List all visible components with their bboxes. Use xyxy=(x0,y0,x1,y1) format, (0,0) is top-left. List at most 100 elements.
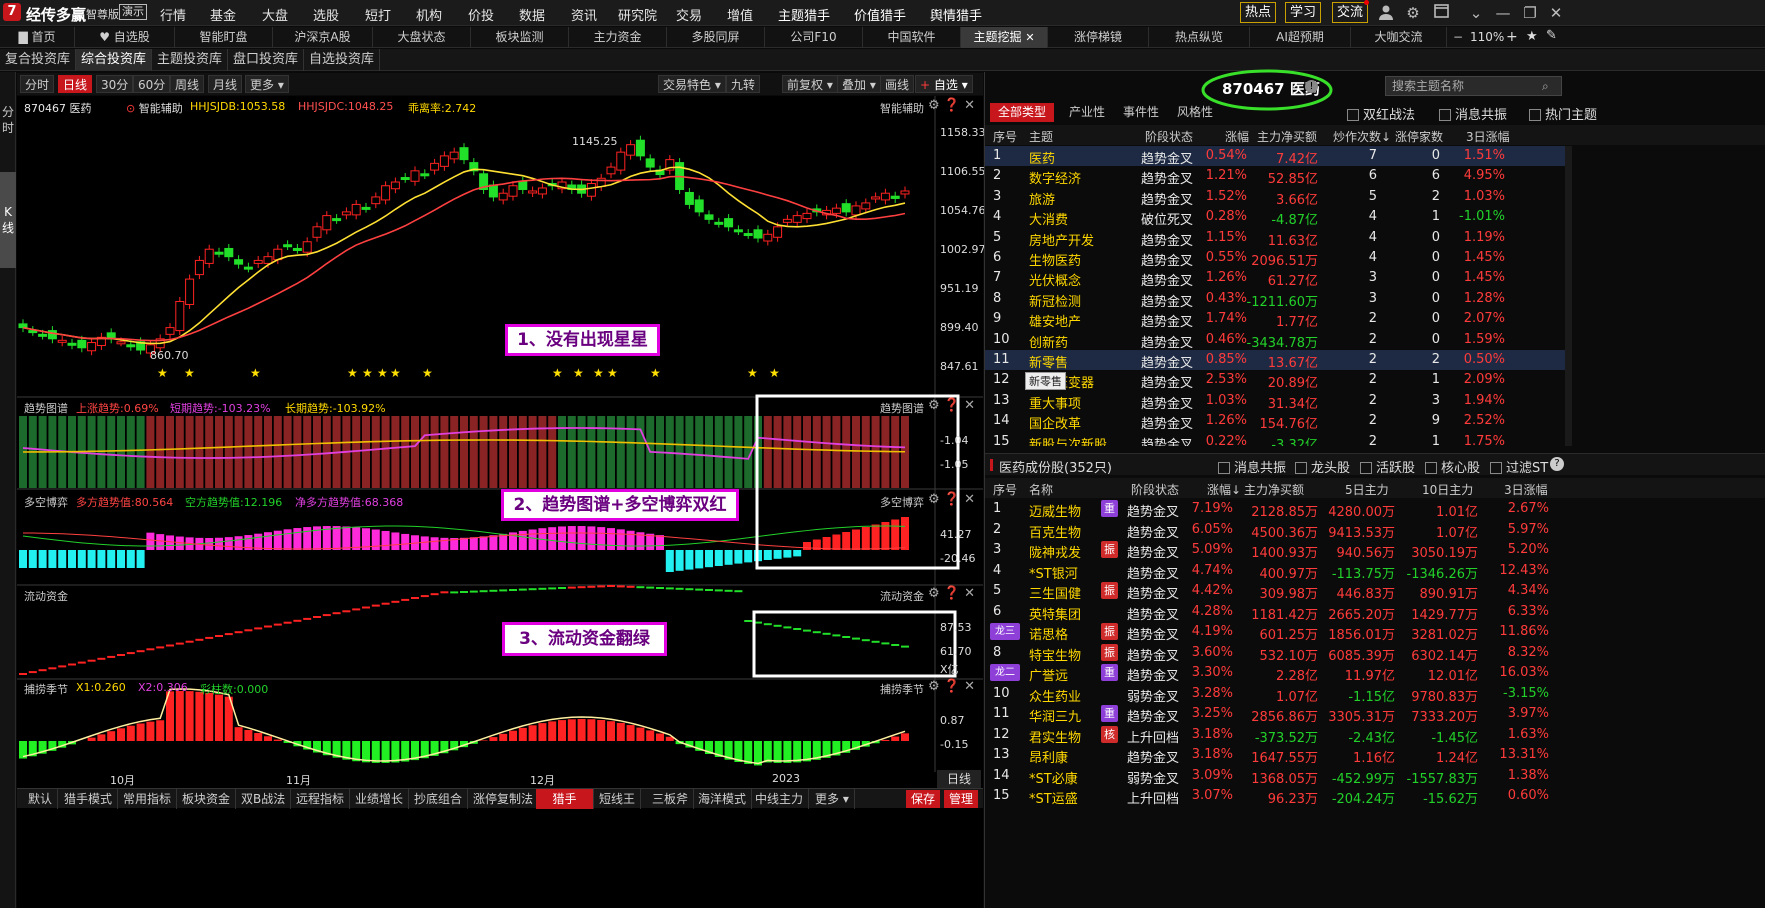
component-row[interactable]: 2 百克生物 趋势金叉 6.05% 4500.36万 9413.53万 1.07亿 5.97% xyxy=(985,520,1765,541)
theme-row[interactable]: 8 新冠检测 趋势金叉 0.43% -1211.60万 3 0 1.28% xyxy=(985,289,1565,310)
filter-event[interactable]: 事件性 xyxy=(1115,103,1167,122)
gear-icon[interactable]: ⚙ ❓ ✕ xyxy=(928,679,975,694)
gear-icon[interactable]: ⚙ xyxy=(1404,4,1422,22)
pin-icon[interactable]: ✎ xyxy=(1546,28,1557,43)
comp-check-core[interactable]: 核心股 xyxy=(1425,457,1480,476)
zoom-in-button[interactable]: + xyxy=(1506,29,1518,45)
period-more[interactable]: 更多 ▾ xyxy=(245,75,289,93)
chevron-down-icon[interactable]: ⌄ xyxy=(1467,4,1485,22)
component-row[interactable]: 5 三生国健 振趋势金叉 4.42% 309.98万 446.83万 890.91万 4.34… xyxy=(985,581,1765,602)
subtab-theme[interactable]: 主题投资库 xyxy=(152,49,229,71)
nine-turn-button[interactable]: 九转 xyxy=(726,75,761,93)
comp-check-active[interactable]: 活跃股 xyxy=(1360,457,1415,476)
template-ocean[interactable]: 海洋模式 xyxy=(693,789,753,809)
template-limit-copy[interactable]: 涨停复制法 xyxy=(468,789,540,809)
theme-row[interactable]: 3 旅游 趋势金叉 1.52% 3.66亿 5 2 1.03% xyxy=(985,187,1565,208)
comp-check-filter-st[interactable]: 过滤ST xyxy=(1490,457,1548,476)
menu-trade[interactable]: 交易 xyxy=(676,5,702,24)
subtab-composite[interactable]: 复合投资库 xyxy=(0,49,77,71)
filter-all[interactable]: 全部类型 xyxy=(990,103,1055,122)
subtab-comprehensive[interactable]: 综合投资库 xyxy=(76,49,153,71)
check-double-red[interactable]: 双红战法 xyxy=(1347,104,1415,123)
menu-institution[interactable]: 机构 xyxy=(416,5,442,24)
period-monthly[interactable]: 月线 xyxy=(208,75,243,93)
component-row[interactable]: 12 君实生物 核上升回档 3.18% -373.52万 -2.43亿 -1.45亿 1.63… xyxy=(985,725,1765,746)
tab-market-status[interactable]: 大盘状态 xyxy=(373,27,471,48)
template-remote[interactable]: 远程指标 xyxy=(291,789,351,809)
template-three-axes[interactable]: 三板斧 xyxy=(647,789,695,809)
menu-fund[interactable]: 基金 xyxy=(210,5,236,24)
rail-timeshare[interactable]: 分时 xyxy=(2,104,14,136)
tab-close-icon[interactable]: ✕ xyxy=(1025,31,1034,44)
template-sector-funds[interactable]: 板块资金 xyxy=(177,789,237,809)
tab-hotspot-overview[interactable]: 热点纵览 xyxy=(1149,27,1250,48)
check-hot-theme[interactable]: 热门主题 xyxy=(1529,104,1597,123)
exchange-button[interactable]: 交流 xyxy=(1332,2,1369,23)
menu-index[interactable]: 大盘 xyxy=(262,5,288,24)
theme-row[interactable]: 9 雄安地产 趋势金叉 1.74% 1.77亿 2 0 2.07% xyxy=(985,309,1565,330)
save-button[interactable]: 保存 xyxy=(906,790,940,808)
theme-row[interactable]: 13 重大事项 趋势金叉 1.03% 31.34亿 2 3 1.94% xyxy=(985,391,1565,412)
minimize-icon[interactable]: — xyxy=(1494,4,1512,22)
trade-feature-menu[interactable]: 交易特色 ▾ xyxy=(658,75,726,93)
smart-assist-toggle[interactable]: ⊙ 智能辅助 xyxy=(126,100,183,116)
menu-value[interactable]: 价投 xyxy=(468,5,494,24)
subtab-order-book[interactable]: 盘口投资库 xyxy=(228,49,305,71)
period-30m[interactable]: 30分 xyxy=(96,75,134,93)
template-bottom-fish[interactable]: 抄底组合 xyxy=(409,789,469,809)
component-row[interactable]: 8 特宝生物 振趋势金叉 3.60% 532.10万 6085.39万 6302.14万 8.… xyxy=(985,643,1765,664)
tab-ai-expect[interactable]: AI超预期 xyxy=(1250,27,1351,48)
gear-icon[interactable]: ⚙ ❓ ✕ xyxy=(928,586,975,601)
template-common[interactable]: 常用指标 xyxy=(118,789,178,809)
period-60m[interactable]: 60分 xyxy=(133,75,171,93)
menu-theme-hunter[interactable]: 主题猎手 xyxy=(778,5,830,24)
gear-icon[interactable]: ⚙ ❓ ✕ xyxy=(928,398,975,413)
subtab-custom[interactable]: 自选投资库 xyxy=(304,49,381,71)
layout-icon[interactable] xyxy=(1432,4,1450,22)
filter-industry[interactable]: 产业性 xyxy=(1061,103,1113,122)
help-icon[interactable]: ? xyxy=(1550,457,1564,471)
theme-row[interactable]: 2 数字经济 趋势金叉 1.21% 52.85亿 6 6 4.95% xyxy=(985,166,1565,187)
hotspot-button[interactable]: 热点 xyxy=(1240,2,1277,23)
period-weekly[interactable]: 周线 xyxy=(170,75,205,93)
template-hunter[interactable]: 猎手 xyxy=(536,789,594,809)
theme-row[interactable]: 15 新股与次新股 趋势金叉 0.22% -3.32亿 2 1 1.75% xyxy=(985,432,1565,446)
menu-stock-pick[interactable]: 选股 xyxy=(313,5,339,24)
tab-china-software[interactable]: 中国软件 xyxy=(863,27,961,48)
zoom-out-button[interactable]: − xyxy=(1453,30,1463,44)
template-more[interactable]: 更多 ▾ xyxy=(810,789,855,809)
component-row[interactable]: 15 *ST运盛 上升回档 3.07% 96.23万 -204.24万 -15.62万 0.6… xyxy=(985,786,1765,807)
gear-icon[interactable]: ⚙ ❓ ✕ xyxy=(928,492,975,507)
template-double-b[interactable]: 双B战法 xyxy=(236,789,292,809)
theme-row[interactable]: 5 房地产开发 趋势金叉 1.15% 11.63亿 4 0 1.19% xyxy=(985,228,1565,249)
restore-icon[interactable]: ❐ xyxy=(1521,4,1539,22)
adjust-menu[interactable]: 前复权 ▾ xyxy=(782,75,838,93)
template-shortline[interactable]: 短线王 xyxy=(594,789,642,809)
tab-a-shares[interactable]: 沪深京A股 xyxy=(273,27,373,48)
menu-sentiment-hunter[interactable]: 舆情猎手 xyxy=(930,5,982,24)
search-icon[interactable]: ⌕ xyxy=(1542,79,1549,94)
component-row[interactable]: 6 英特集团 趋势金叉 4.28% 1181.42万 2665.20万 1429.77万 6.… xyxy=(985,602,1765,623)
tab-sector-monitor[interactable]: 板块监测 xyxy=(471,27,569,48)
add-watch-button[interactable]: + 自选 ▾ xyxy=(915,75,973,93)
tab-limit-up-ladder[interactable]: 涨停梯镜 xyxy=(1048,27,1149,48)
draw-line-button[interactable]: 画线 xyxy=(880,75,915,93)
theme-row[interactable]: 4 大消费 破位死叉 0.28% -4.87亿 4 1 -1.01% xyxy=(985,207,1565,228)
theme-row[interactable]: 10 创新药 趋势金叉 0.46% -3434.78万 2 0 1.59% xyxy=(985,330,1565,351)
comp-check-leader[interactable]: 龙头股 xyxy=(1295,457,1350,476)
tab-multi-stock[interactable]: 多股同屏 xyxy=(667,27,765,48)
rail-kline[interactable]: K线 xyxy=(0,172,16,268)
component-row[interactable]: 9广誉远重趋势金叉3.30%2.28亿11.97亿12.01亿16.03% xyxy=(985,663,1765,684)
tab-f10[interactable]: 公司F10 xyxy=(765,27,863,48)
theme-row[interactable]: 1 医药 趋势金叉 0.54% 7.42亿 7 0 1.51% xyxy=(985,146,1565,167)
check-news-resonance[interactable]: 消息共振 xyxy=(1439,104,1507,123)
comp-check-news[interactable]: 消息共振 xyxy=(1218,457,1286,476)
tab-main-funds[interactable]: 主力资金 xyxy=(569,27,667,48)
menu-market[interactable]: 行情 xyxy=(160,5,186,24)
component-row[interactable]: 4 *ST银河 趋势金叉 4.74% 400.97万 -113.75万 -1346.26万 1… xyxy=(985,561,1765,582)
template-growth[interactable]: 业绩增长 xyxy=(350,789,410,809)
tab-watchlist[interactable]: ♥ 自选股 xyxy=(75,27,175,48)
period-daily[interactable]: 日线 xyxy=(58,75,93,93)
template-hunter-mode[interactable]: 猎手模式 xyxy=(59,789,119,809)
user-icon[interactable] xyxy=(1377,4,1395,22)
